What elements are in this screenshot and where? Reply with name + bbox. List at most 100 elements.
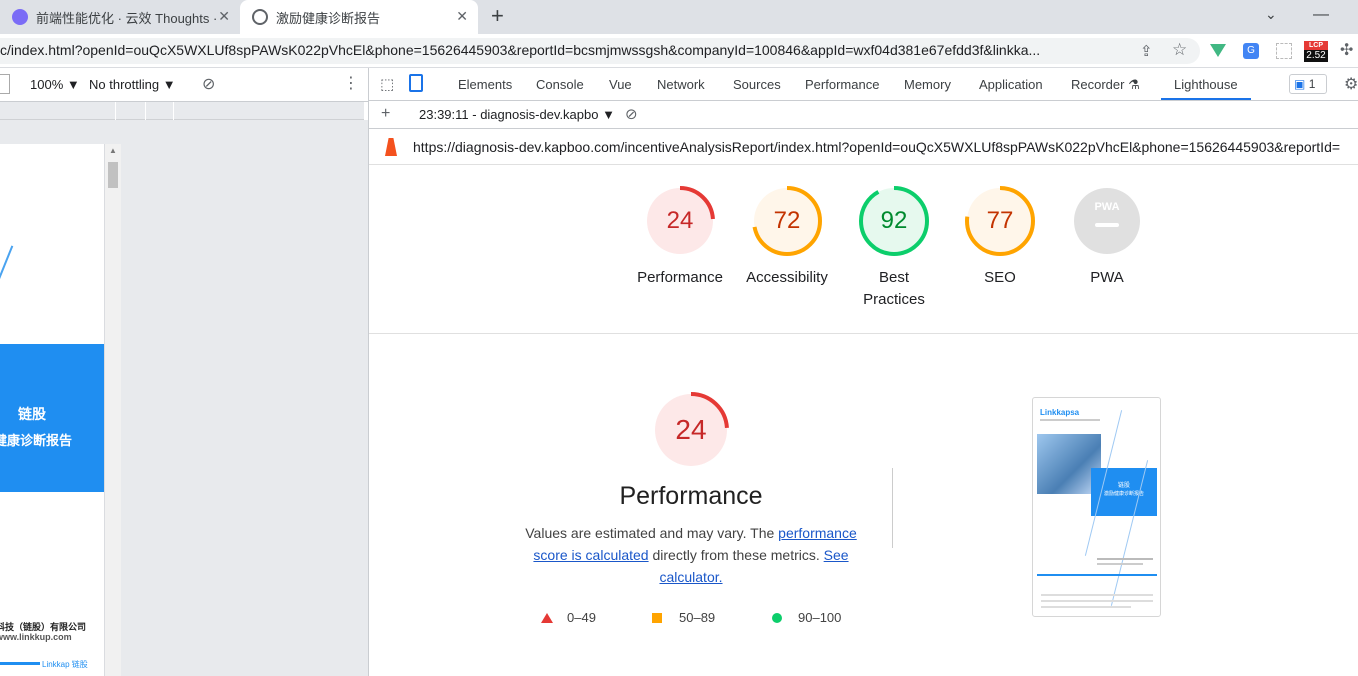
tab-network[interactable]: Network [657,77,705,92]
report-title: 健康诊断报告 [0,433,73,448]
detail-score: 24 [675,414,707,445]
tab-sources[interactable]: Sources [733,77,781,92]
website: www.linkkup.com [0,632,72,642]
performance-detail: 24 Performance Values are estimated and … [369,334,1358,676]
lcp-label: LCP [1304,41,1328,50]
minimize-icon[interactable]: — [1313,6,1329,24]
tab-elements[interactable]: Elements [458,77,512,92]
ruler-divider [115,102,116,120]
gauge-score: PWA [1094,201,1120,213]
issues-badge[interactable]: ▣ 1 [1289,74,1327,94]
close-tab-icon[interactable]: ✕ [456,8,468,25]
inspect-element-icon[interactable]: ⬚ [380,75,394,93]
gauge-performance[interactable]: 24 Performance [637,185,723,286]
issues-count: 1 [1308,77,1316,91]
browser-tab-strip: 前端性能优化 · 云效 Thoughts · ✕ 激励健康诊断报告 ✕ + ⌄ … [0,0,1358,34]
browser-tab-thoughts[interactable]: 前端性能优化 · 云效 Thoughts · ✕ [0,0,240,34]
scroll-thumb[interactable] [108,162,118,188]
gauge-label: Best Practices [863,269,925,308]
gauge-label: Performance [637,269,723,286]
thumb-text-block [1041,600,1153,602]
throttling-select[interactable]: No throttling ▼ [89,77,176,92]
gauge-score: 77 [986,207,1014,234]
flask-icon: ⚗ [1128,77,1140,92]
tab-console[interactable]: Console [536,77,584,92]
gauge-best-practices[interactable]: 92 Best Practices [858,185,930,308]
thumb-subtitle-bar [1040,419,1100,421]
dimension-input[interactable] [0,74,10,94]
scroll-up-icon[interactable]: ▲ [109,146,117,155]
puzzle-icon[interactable]: ✣ [1340,40,1353,60]
new-report-button[interactable]: + [381,105,390,123]
tab-title: 激励健康诊断报告 [276,10,381,26]
more-options-icon[interactable]: ⋮ [343,73,359,93]
lcp-value: 2.52 [1304,50,1328,62]
device-toggle-icon[interactable] [409,74,423,92]
legend-pass: 90–100 [798,610,842,625]
detail-divider [892,468,893,548]
gauge-accessibility[interactable]: 72 Accessibility [746,185,828,286]
active-tab-underline [1161,98,1251,100]
extension-grid-icon[interactable] [1276,43,1292,59]
gauge-score: 92 [880,207,908,234]
report-url-bar: https://diagnosis-dev.kapboo.com/incenti… [369,129,1358,165]
legend-average: 50–89 [679,610,716,625]
gauge-seo[interactable]: 77 SEO [964,185,1036,286]
zoom-value: 100% [30,77,64,92]
thumb-text-block [1041,606,1131,608]
detail-gauge: 24 [651,390,731,470]
browser-tab-report[interactable]: 激励健康诊断报告 ✕ [240,0,478,34]
detail-title: Performance [619,482,763,510]
gauge-score: 24 [666,207,694,234]
report-url[interactable]: https://diagnosis-dev.kapboo.com/incenti… [413,139,1340,155]
device-toolbar: 100% ▼ No throttling ▼ ⊘ ⋮ [0,68,368,102]
legend-fail: 0–49 [567,610,596,625]
report-selector[interactable]: 23:39:11 - diagnosis-dev.kapbo ▼ [419,107,615,122]
desc-middle: directly from these metrics. [648,547,824,563]
tab-vue[interactable]: Vue [609,77,632,92]
chevron-down-icon[interactable]: ⌄ [1265,6,1277,23]
gauge-label: Accessibility [746,269,828,286]
translate-icon[interactable]: G [1243,43,1259,59]
address-bar-row: c/index.html?openId=ouQcX5WXLUf8spPAWsK0… [0,34,1358,68]
tab-application[interactable]: Application [979,77,1043,92]
thumb-company-line [1097,558,1153,560]
new-tab-button[interactable]: + [491,3,504,29]
lighthouse-icon [385,138,397,156]
rotate-icon[interactable]: ⊘ [202,74,215,94]
fail-triangle-icon [541,613,553,623]
score-gauges: 24 Performance 72 Accessibility 92 Best Pract… [369,165,1358,334]
devtools-tab-bar: ⬚ Elements Console Vue Network Sources P… [369,68,1358,101]
page-scrollbar[interactable]: ▲ [104,144,121,676]
tab-performance[interactable]: Performance [805,77,879,92]
devtools-panel: ⬚ Elements Console Vue Network Sources P… [368,68,1358,676]
average-square-icon [652,613,662,623]
clear-icon[interactable]: ⊘ [625,105,638,123]
tab-title: 前端性能优化 · 云效 Thoughts · [36,10,218,26]
vue-devtools-icon[interactable] [1210,44,1226,57]
address-bar[interactable]: c/index.html?openId=ouQcX5WXLUf8spPAWsK0… [0,38,1200,64]
close-tab-icon[interactable]: ✕ [218,8,230,25]
thumb-text-block [1041,594,1153,596]
tab-memory[interactable]: Memory [904,77,951,92]
thumb-brand: Linkkapsa [1040,408,1080,417]
gauge-label: SEO [984,269,1016,286]
tab-lighthouse[interactable]: Lighthouse [1174,77,1238,92]
lcp-badge[interactable]: LCP 2.52 [1304,41,1328,63]
emulated-page[interactable]: 链股 健康诊断报告 科技（链股）有限公司 www.linkkup.com Lin… [0,144,104,676]
throttling-value: No throttling [89,77,160,92]
url-text: c/index.html?openId=ouQcX5WXLUf8spPAWsK0… [0,42,1041,58]
pwa-dash-icon [1095,223,1119,227]
thoughts-favicon [12,9,28,25]
gauge-pwa[interactable]: PWA PWA [1071,185,1143,286]
decor-line [0,245,14,293]
brand-text: 链股 [18,406,46,422]
tab-recorder[interactable]: Recorder ⚗ [1071,77,1140,93]
score-legend: 0–49 50–89 90–100 [539,610,879,630]
lighthouse-toolbar: + 23:39:11 - diagnosis-dev.kapbo ▼ ⊘ [369,101,1358,129]
settings-gear-icon[interactable]: ⚙ [1344,74,1358,94]
bookmark-star-icon[interactable]: ☆ [1172,40,1187,60]
zoom-select[interactable]: 100% ▼ [30,77,80,92]
share-icon[interactable]: ⇪ [1140,42,1153,60]
final-screenshot-thumbnail[interactable]: Linkkapsa 链股 激励健康诊断报告 [1032,397,1161,617]
